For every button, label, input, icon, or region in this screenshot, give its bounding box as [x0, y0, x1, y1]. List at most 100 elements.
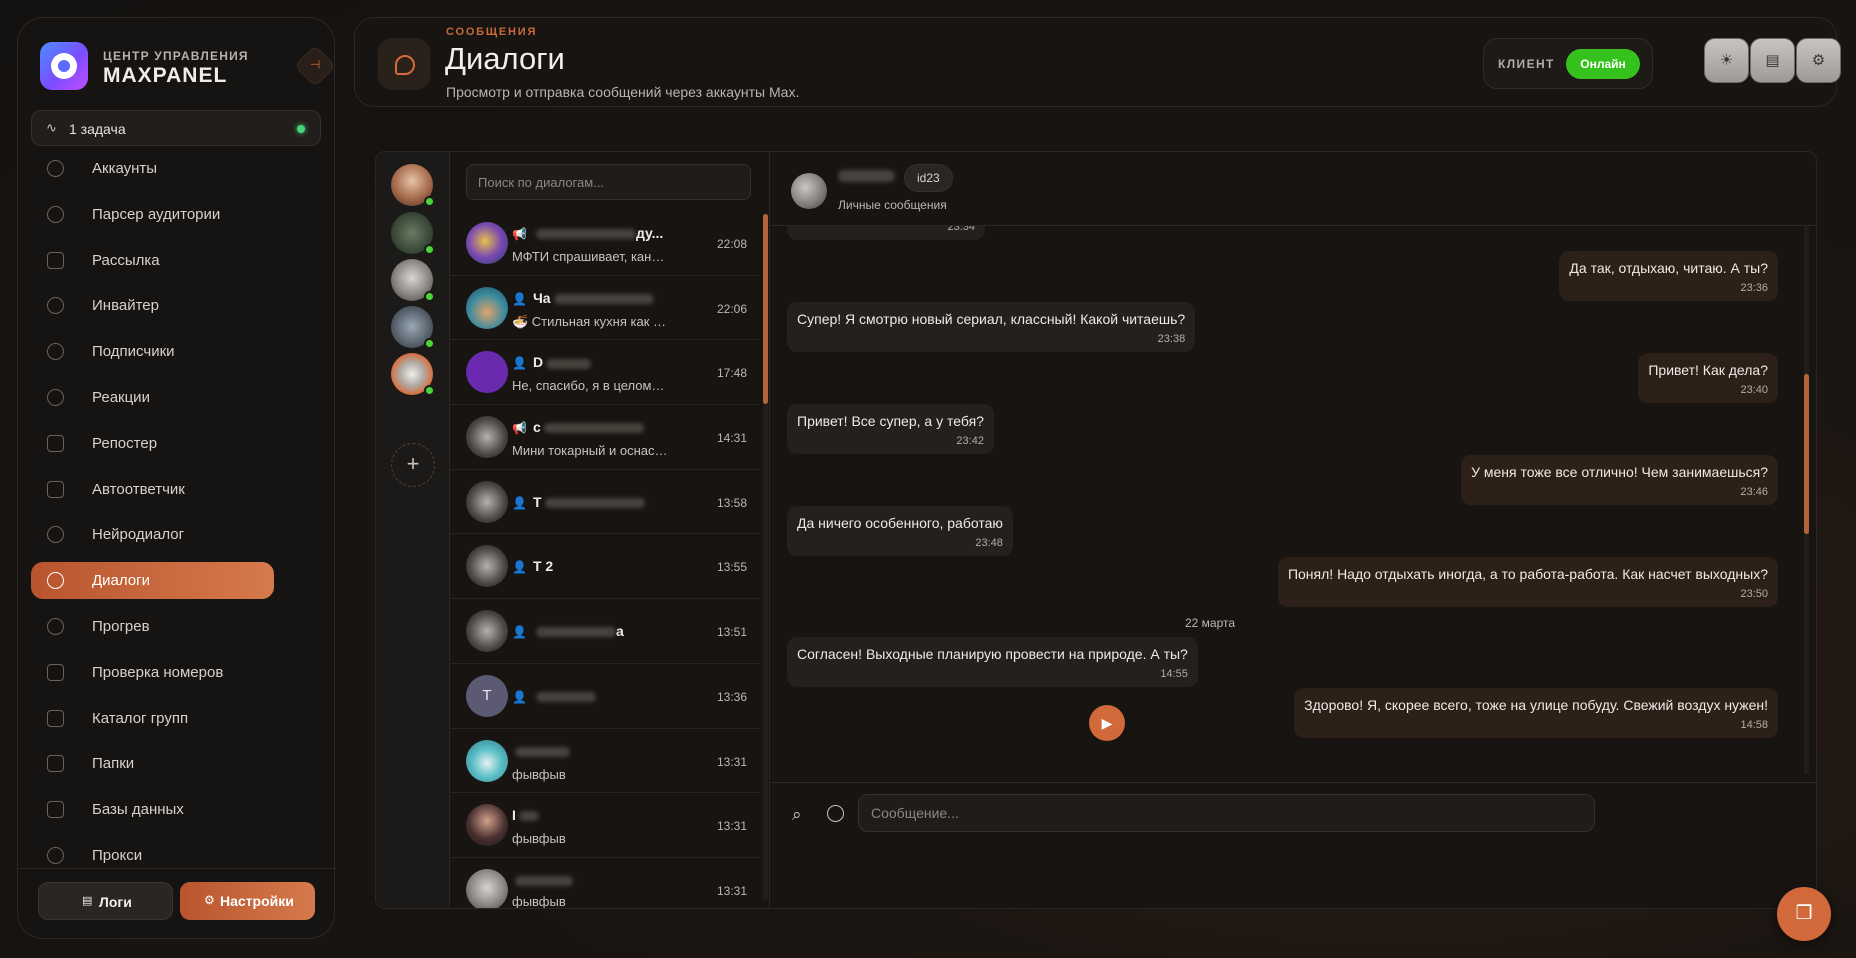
dialog-item[interactable]: 👤 а 13:51 — [450, 599, 760, 664]
pin-button[interactable]: ⊣ — [293, 44, 337, 88]
brain-icon — [47, 526, 64, 544]
nav-label: Диалоги — [92, 572, 150, 590]
dialog-item[interactable]: 👤 Т 2 13:55 — [450, 534, 760, 600]
message-outgoing: Понял! Надо отдыхать иногда, а то работа… — [1277, 557, 1778, 607]
mail-icon — [47, 251, 64, 269]
nav-item-number-check[interactable]: Проверка номеров — [31, 654, 274, 691]
dialog-item[interactable]: 👤 Ча 🍜 Стильная кухня как с Pi... 22:06 — [450, 276, 760, 341]
nav-item-group-catalog[interactable]: Каталог групп — [31, 700, 274, 737]
message-time: 23:38 — [1157, 333, 1186, 345]
redacted-text — [535, 229, 636, 240]
dialog-item[interactable]: фывфыв 13:31 — [450, 858, 760, 908]
nav-item-warmup[interactable]: Прогрев — [31, 608, 274, 645]
nav-item-mailing[interactable]: Рассылка — [31, 242, 274, 279]
channel-icon: 📢 — [512, 227, 527, 241]
nav-item-subscribers[interactable]: Подписчики — [31, 333, 274, 370]
account-avatar[interactable] — [391, 212, 435, 255]
user-icon: 👤 — [512, 495, 527, 510]
gear-icon: ⚙ — [1811, 52, 1826, 69]
chat-bubble-icon — [47, 572, 64, 590]
dialog-name-text: Т 2 — [532, 558, 554, 575]
theme-toggle-button[interactable]: ☀ — [1704, 38, 1749, 83]
nav-label: Инвайтер — [92, 297, 159, 315]
message-text: Здорово! Я, скорее всего, тоже на улице … — [1304, 697, 1768, 713]
message-text: Привет! Все супер, а у тебя? — [797, 413, 984, 429]
dialog-name-text: а — [615, 623, 624, 640]
add-account-button[interactable]: + — [391, 443, 435, 487]
dialog-item[interactable]: I фывфыв 13:31 — [450, 793, 760, 858]
gear-icon: ⚙ — [204, 893, 215, 907]
message-time: 23:36 — [1740, 282, 1768, 294]
page-title: Диалоги — [445, 41, 565, 76]
dialog-list: 📢 ду... МФТИ спрашивает, кандид... 22:08 … — [450, 211, 760, 908]
nav-item-reposter[interactable]: Репостер — [31, 425, 274, 462]
nav-item-reactions[interactable]: Реакции — [31, 379, 274, 416]
redacted-text — [515, 746, 570, 757]
nav-item-accounts[interactable]: Аккаунты — [31, 150, 274, 187]
dialog-avatar — [466, 545, 508, 588]
nav-item-dialogs[interactable]: Диалоги — [31, 562, 274, 600]
nav-item-folders[interactable]: Папки — [31, 745, 274, 782]
dialog-item[interactable]: фывфыв 13:31 — [450, 729, 760, 794]
online-dot — [424, 385, 435, 396]
emoji-icon[interactable] — [827, 805, 844, 822]
brand-title: MAXPANEL — [103, 64, 228, 87]
nav-label: Проверка номеров — [92, 663, 224, 681]
user-icon: 👤 — [512, 625, 527, 640]
guide-fab-button[interactable]: ❒ — [1777, 887, 1831, 941]
pin-icon: ⊣ — [309, 57, 321, 72]
task-indicator[interactable]: ∿ 1 задача — [31, 110, 321, 146]
message-time: 23:46 — [1740, 486, 1768, 498]
settings-button[interactable]: ⚙ Настройки — [180, 882, 315, 920]
message-time: 23:48 — [975, 537, 1003, 549]
account-avatar[interactable] — [391, 306, 435, 349]
chat-scrollbar-thumb[interactable] — [1804, 374, 1809, 534]
dialog-item[interactable]: 📢 с Мини токарный и оснастка 14:31 — [450, 405, 760, 470]
dialog-scrollbar-thumb[interactable] — [763, 214, 768, 404]
message-input[interactable] — [858, 794, 1595, 832]
nav-item-neurodialog[interactable]: Нейродиалог — [31, 516, 274, 553]
nav-label: Рассылка — [92, 251, 160, 269]
dialog-avatar — [466, 868, 508, 908]
user-icon: 👤 — [512, 291, 527, 306]
nav-label: Автоответчик — [92, 480, 185, 498]
online-dot — [424, 196, 435, 207]
dialog-item[interactable]: 📢 ду... МФТИ спрашивает, кандид... 22:08 — [450, 211, 760, 276]
nav-item-databases[interactable]: Базы данных — [31, 791, 274, 828]
message-text: Привет! Как дела? — [1648, 362, 1768, 378]
account-avatar[interactable] — [391, 353, 435, 396]
docs-button[interactable]: ▤ — [1750, 38, 1795, 83]
dialog-search-input[interactable] — [466, 164, 751, 200]
logs-button[interactable]: ▤ Логи — [38, 882, 173, 920]
attach-icon[interactable]: ⌕ — [792, 805, 802, 825]
dialog-avatar — [466, 286, 508, 329]
nav-item-autoresponder[interactable]: Автоответчик — [31, 471, 274, 508]
message-text: Да так, отдыхаю, читаю. А ты? — [1569, 260, 1768, 276]
dialog-item[interactable]: T 👤 13:36 — [450, 664, 760, 729]
dialogs-column: 📢ду... МФТИ спрашивает, кандид... 22:08 … — [450, 152, 770, 908]
send-button[interactable]: ▶ — [1089, 705, 1125, 741]
dialog-name-text: Ча — [532, 289, 551, 306]
dialog-item[interactable]: 👤 Т 13:58 — [450, 470, 760, 535]
settings-gear-button[interactable]: ⚙ — [1796, 38, 1841, 83]
nav-label: Каталог групп — [92, 709, 189, 727]
dialog-item[interactable]: 👤D Не, спасибо, я в целом про... 17:48 — [450, 340, 760, 406]
account-avatar[interactable] — [391, 164, 435, 207]
dialog-avatar — [466, 222, 508, 264]
nav-item-audience-parser[interactable]: Парсер аудитории — [31, 196, 274, 233]
account-avatar[interactable] — [391, 259, 435, 302]
message-time: 23:40 — [1740, 384, 1768, 396]
folder-icon — [47, 755, 64, 773]
accounts-column: + — [376, 152, 450, 908]
dialog-name: 👤 — [512, 688, 596, 704]
dialog-time: 14:31 — [716, 431, 747, 446]
message-composer: ⌕ — [770, 782, 1816, 852]
chat-bubble-icon — [378, 38, 430, 90]
dialog-name — [512, 743, 570, 759]
online-dot — [424, 338, 435, 349]
nav-label: Папки — [92, 755, 135, 773]
nav-item-inviter[interactable]: Инвайтер — [31, 287, 274, 324]
chat-avatar[interactable] — [791, 173, 827, 209]
app-logo — [40, 42, 88, 90]
message-text: Да ничего особенного, работаю — [797, 515, 1003, 531]
